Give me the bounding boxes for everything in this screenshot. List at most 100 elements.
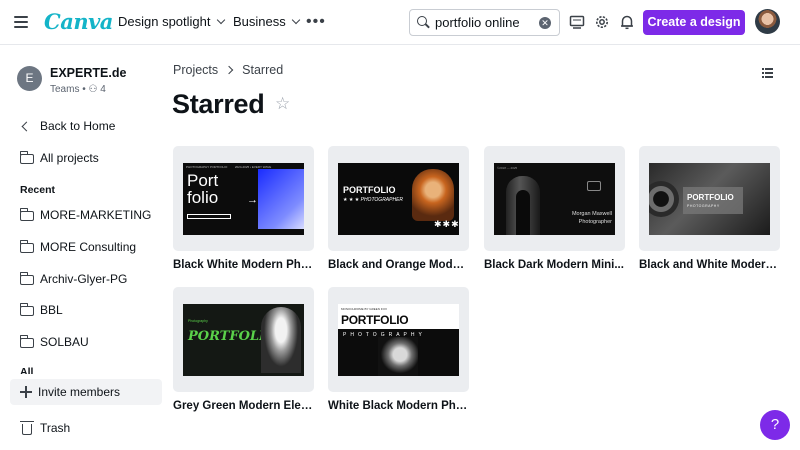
- thumb-text: ★ ★ ★ PHOTOGRAPHER: [343, 196, 404, 203]
- design-card[interactable]: PORTFOLIO ★ ★ ★ PHOTOGRAPHER ✱✱✱ Black a…: [328, 146, 469, 271]
- help-button[interactable]: ?: [760, 410, 790, 440]
- folder-icon: [19, 240, 34, 253]
- design-title[interactable]: White Black Modern Pho...: [328, 400, 468, 412]
- sidebar-item-all-projects[interactable]: All projects: [10, 145, 162, 171]
- design-thumbnail[interactable]: ©2018 — 2025 Morgan Maxwell Photographer: [484, 146, 625, 251]
- sidebar-item-trash[interactable]: Trash: [10, 415, 162, 441]
- gear-icon[interactable]: [593, 13, 611, 31]
- thumb-text: PORTFOLIO: [343, 184, 396, 195]
- design-title[interactable]: Black and White Modern ...: [639, 259, 779, 271]
- thumb-text: folio: [187, 187, 219, 207]
- thumb-text: PORTFOLIO: [687, 192, 734, 202]
- team-subtitle: Teams • ⚇ 4: [50, 84, 106, 95]
- design-card[interactable]: ©2018 — 2025 Morgan Maxwell Photographer…: [484, 146, 625, 271]
- thumb-text: PHOTOGRAPHY: [343, 331, 426, 338]
- chevron-right-icon: [224, 65, 234, 75]
- search-box[interactable]: ✕: [409, 9, 560, 36]
- folder-icon: [19, 303, 34, 316]
- thumb-text: PHOTOGRAPHY: [687, 203, 720, 208]
- sidebar-item-folder[interactable]: Archiv-Glyer-PG: [10, 266, 162, 292]
- sidebar-item-folder[interactable]: MORE Consulting: [10, 234, 162, 260]
- design-title[interactable]: Black Dark Modern Mini...: [484, 259, 624, 271]
- design-preview: PORTFOLIO PHOTOGRAPHY: [649, 162, 770, 235]
- thumb-shape: [258, 168, 304, 229]
- breadcrumb-starred: Starred: [242, 63, 284, 77]
- plus-icon: [20, 386, 32, 398]
- design-preview: PHOTOGRAPHY PORTFOLIO 2024-2025 • EVERY …: [183, 162, 304, 235]
- chevron-left-icon: [21, 121, 32, 131]
- breadcrumb: Projects Starred: [173, 63, 283, 77]
- clear-search-icon[interactable]: ✕: [539, 17, 551, 29]
- search-input[interactable]: [435, 15, 540, 30]
- design-thumbnail[interactable]: MONOCHROME BY GREEN FOX PORTFOLIO PHOTOG…: [328, 287, 469, 392]
- thumb-photo: [506, 175, 540, 235]
- trash-icon: [20, 421, 34, 435]
- thumb-text: PORTFOLIO: [341, 312, 409, 327]
- design-card[interactable]: PHOTOGRAPHY PORTFOLIO 2024-2025 • EVERY …: [173, 146, 314, 271]
- sidebar: E EXPERTE.de Teams • ⚇ 4 Back to Home Al…: [0, 46, 168, 450]
- design-preview: Photography PORTFOLIO: [183, 303, 304, 376]
- menu-icon[interactable]: [14, 14, 28, 30]
- thumb-photo: [378, 336, 418, 376]
- chevron-down-icon: [216, 15, 225, 25]
- design-preview: ©2018 — 2025 Morgan Maxwell Photographer: [494, 162, 615, 235]
- nav-design-spotlight-label: Design spotlight: [118, 14, 211, 29]
- thumb-text: Photographer: [578, 218, 612, 225]
- design-title[interactable]: Black and Orange Moder...: [328, 259, 468, 271]
- search-icon: [417, 16, 430, 29]
- back-to-home-label: Back to Home: [40, 119, 116, 133]
- team-switcher[interactable]: E EXPERTE.de Teams • ⚇ 4: [17, 66, 126, 95]
- create-design-button[interactable]: Create a design: [643, 10, 745, 35]
- page-title: Starred: [172, 89, 265, 119]
- star-icon[interactable]: ☆: [275, 94, 290, 114]
- thumb-photo: [649, 180, 679, 217]
- thumb-text: Photography: [188, 318, 208, 323]
- design-thumbnail[interactable]: PORTFOLIO ★ ★ ★ PHOTOGRAPHER ✱✱✱: [328, 146, 469, 251]
- arrow-right-icon: →: [247, 193, 258, 206]
- invite-members-button[interactable]: Invite members: [10, 379, 162, 405]
- sidebar-item-folder[interactable]: MORE-MARKETING: [10, 202, 162, 228]
- thumb-text: Morgan Maxwell: [571, 210, 612, 217]
- sidebar-item-label: MORE Consulting: [40, 240, 137, 254]
- present-icon[interactable]: [568, 13, 586, 31]
- sidebar-item-label: BBL: [40, 303, 63, 317]
- list-view-icon[interactable]: [762, 67, 773, 78]
- recent-heading: Recent: [20, 184, 56, 196]
- folder-icon: [19, 335, 34, 348]
- folder-icon: [19, 208, 34, 221]
- nav-business[interactable]: Business: [233, 14, 300, 29]
- sidebar-item-label: MORE-MARKETING: [40, 208, 152, 222]
- all-heading: All: [20, 366, 34, 374]
- sidebar-item-label: Archiv-Glyer-PG: [40, 272, 128, 286]
- nav-business-label: Business: [233, 14, 286, 29]
- thumb-photo: [261, 306, 301, 373]
- folder-icon: [19, 151, 34, 164]
- thumb-text: Morgan Maxwell Photographer: [572, 210, 612, 226]
- design-title[interactable]: Grey Green Modern Eleg...: [173, 400, 313, 412]
- sidebar-item-folder[interactable]: BBL: [10, 297, 162, 323]
- sidebar-item-label: All projects: [40, 151, 99, 165]
- design-thumbnail[interactable]: PORTFOLIO PHOTOGRAPHY: [639, 146, 780, 251]
- more-menu-icon[interactable]: •••: [306, 13, 326, 31]
- design-card[interactable]: MONOCHROME BY GREEN FOX PORTFOLIO PHOTOG…: [328, 287, 469, 412]
- design-thumbnail[interactable]: Photography PORTFOLIO: [173, 287, 314, 392]
- top-bar: Canva Design spotlight Business ••• ✕ Cr…: [0, 0, 800, 45]
- folder-icon: [19, 272, 34, 285]
- breadcrumb-projects[interactable]: Projects: [173, 63, 218, 77]
- sidebar-item-folder[interactable]: SOLBAU: [10, 329, 162, 355]
- user-avatar[interactable]: [755, 9, 780, 34]
- thumb-shape: [187, 213, 231, 219]
- chevron-down-icon: [291, 15, 300, 25]
- back-to-home-link[interactable]: Back to Home: [10, 113, 162, 139]
- design-card[interactable]: Photography PORTFOLIO Grey Green Modern …: [173, 287, 314, 412]
- sidebar-item-label: SOLBAU: [40, 335, 89, 349]
- nav-design-spotlight[interactable]: Design spotlight: [118, 14, 225, 29]
- design-title[interactable]: Black White Modern Pho...: [173, 259, 313, 271]
- canva-logo[interactable]: Canva: [44, 9, 113, 34]
- design-card[interactable]: PORTFOLIO PHOTOGRAPHY Black and White Mo…: [639, 146, 780, 271]
- design-preview: MONOCHROME BY GREEN FOX PORTFOLIO PHOTOG…: [338, 303, 459, 376]
- thumb-text: ✱✱✱: [434, 218, 459, 229]
- thumb-text: ©2018 — 2025: [497, 165, 518, 170]
- bell-icon[interactable]: [618, 13, 636, 31]
- design-thumbnail[interactable]: PHOTOGRAPHY PORTFOLIO 2024-2025 • EVERY …: [173, 146, 314, 251]
